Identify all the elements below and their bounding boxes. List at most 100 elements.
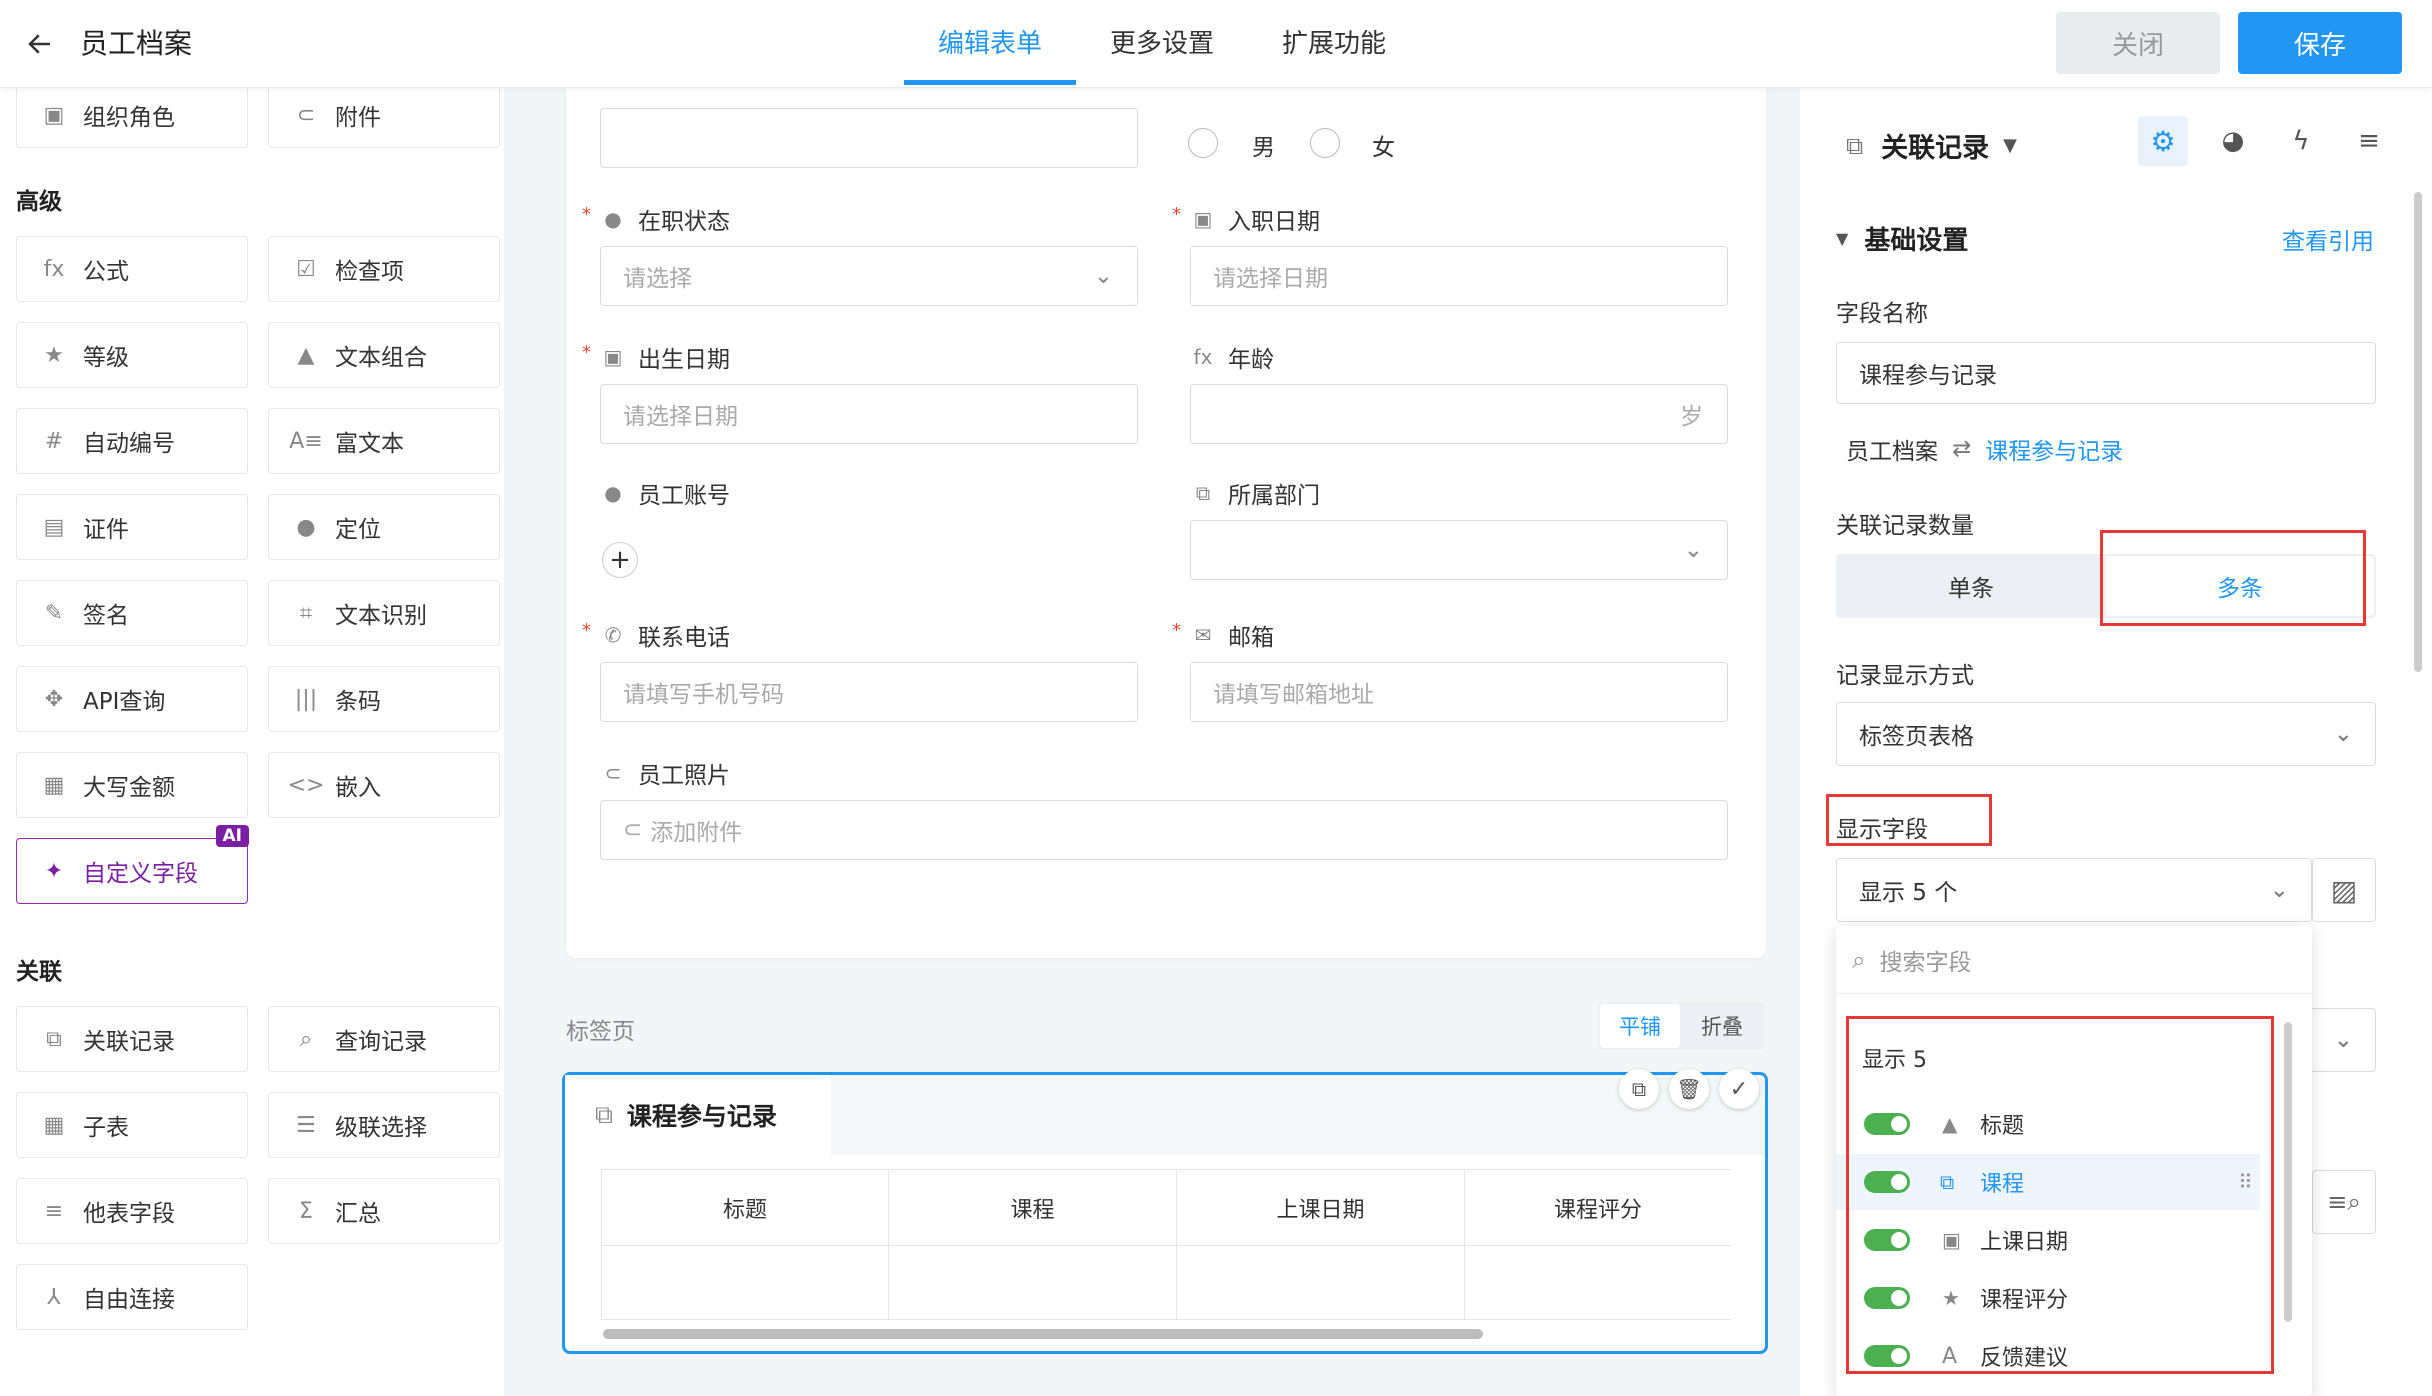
count-single[interactable]: 单条 bbox=[1836, 554, 2106, 618]
tab-more-settings[interactable]: 更多设置 bbox=[1076, 0, 1248, 88]
related-form-link[interactable]: 课程参与记录 bbox=[1985, 432, 2123, 466]
gear-icon[interactable]: ⚙ bbox=[2138, 116, 2188, 166]
control-embed[interactable]: <> 嵌入 bbox=[268, 752, 500, 818]
email-input[interactable]: 请填写邮箱地址 bbox=[1190, 662, 1728, 722]
empty-cell bbox=[889, 1246, 1177, 1320]
control-custom-field[interactable]: ✦ 自定义字段 AI bbox=[16, 825, 249, 904]
empty-cell bbox=[1177, 1246, 1465, 1320]
chevron-up-icon: ⌄ bbox=[2269, 877, 2289, 903]
dropdown-scrollbar[interactable] bbox=[2284, 1022, 2292, 1322]
hire-date-label: * ▣ 入职日期 bbox=[1172, 204, 1320, 235]
control-text-combine[interactable]: ▲ 文本组合 bbox=[268, 322, 500, 388]
top-bar: 员工档案 编辑表单 更多设置 扩展功能 关闭 保存 bbox=[0, 0, 2432, 88]
control-barcode[interactable]: ||| 条码 bbox=[268, 666, 500, 732]
highlight-box bbox=[1846, 1016, 2274, 1374]
control-checkbox[interactable]: ☑ 检查项 bbox=[268, 236, 500, 302]
sigma-icon: Σ bbox=[299, 1198, 313, 1224]
tab-extensions[interactable]: 扩展功能 bbox=[1248, 0, 1420, 88]
col-title: 标题 bbox=[601, 1170, 889, 1246]
calendar-icon: ▣ bbox=[603, 345, 623, 369]
control-palette: ▣ 组织角色 ⊂ 附件 高级 fx 公式 ☑ 检查项 ★ 等级 ▲ 文本组合 # 自动编号 A… bbox=[0, 82, 504, 1396]
gender-male-label: 男 bbox=[1252, 135, 1275, 161]
control-api-query[interactable]: ✥ API查询 bbox=[16, 666, 248, 732]
age-input[interactable]: 岁 bbox=[1190, 384, 1728, 444]
status-icon: ● bbox=[604, 207, 622, 231]
control-signature[interactable]: ✎ 签名 bbox=[16, 580, 248, 646]
control-attachment[interactable]: ⊂ 附件 bbox=[268, 82, 500, 148]
gender-male-radio[interactable] bbox=[1188, 128, 1218, 158]
app-title: 员工档案 bbox=[80, 27, 193, 60]
link-record-icon: ⧉ bbox=[1195, 481, 1211, 505]
chevron-down-icon: ⌄ bbox=[1683, 537, 1703, 563]
control-summary[interactable]: Σ 汇总 bbox=[268, 1178, 500, 1244]
highlight-box bbox=[2100, 530, 2366, 626]
chevron-down-icon: ⌄ bbox=[1093, 263, 1113, 289]
control-location[interactable]: ● 定位 bbox=[268, 494, 500, 560]
basic-settings-header[interactable]: ▼ 基础设置 bbox=[1836, 220, 1968, 257]
gender-female-radio[interactable] bbox=[1310, 128, 1340, 158]
view-references-link[interactable]: 查看引用 bbox=[2282, 222, 2374, 256]
control-capital-amount[interactable]: ▦ 大写金额 bbox=[16, 752, 248, 818]
dept-select[interactable]: ⌄ bbox=[1190, 520, 1728, 580]
shapes-icon: ▲ bbox=[297, 342, 315, 368]
code-icon: <> bbox=[287, 772, 325, 798]
mode-tile[interactable]: 平铺 bbox=[1600, 1004, 1680, 1048]
birth-date-input[interactable]: 请选择日期 bbox=[600, 384, 1138, 444]
name-input[interactable] bbox=[600, 108, 1138, 168]
control-subtable[interactable]: ▦ 子表 bbox=[16, 1092, 248, 1158]
tabpage-mode-toggle: 平铺 折叠 bbox=[1598, 1002, 1764, 1050]
paperclip-icon: ⊂ bbox=[604, 761, 622, 785]
tab-course-records[interactable]: ⧉ 课程参与记录 bbox=[565, 1075, 831, 1155]
save-button[interactable]: 保存 bbox=[2238, 12, 2402, 74]
status-select[interactable]: 请选择 ⌄ bbox=[600, 246, 1138, 306]
check-icon[interactable]: ✓ bbox=[1719, 1069, 1759, 1109]
sort-lines-icon[interactable]: ≡ bbox=[2344, 116, 2394, 166]
properties-panel: ⧉ 关联记录 ▼ ⚙ ◕ ϟ ≡ ▼ 基础设置 查看引用 字段名称 课程参与记录 … bbox=[1800, 88, 2432, 1396]
control-auto-number[interactable]: # 自动编号 bbox=[16, 408, 248, 474]
display-mode-select[interactable]: 标签页表格 ⌄ bbox=[1836, 702, 2376, 766]
control-cascade-select[interactable]: ☰ 级联选择 bbox=[268, 1092, 500, 1158]
paperclip-icon: ⊂ bbox=[623, 817, 643, 843]
age-label: fx 年龄 bbox=[1190, 340, 1274, 374]
add-account-button[interactable]: + bbox=[602, 542, 638, 578]
tab-edit-form[interactable]: 编辑表单 bbox=[904, 0, 1076, 88]
copy-icon[interactable]: ⧉ bbox=[1619, 1069, 1659, 1109]
display-fields-select[interactable]: 显示 5 个 ⌄ bbox=[1836, 858, 2312, 922]
field-type-dropdown[interactable]: ⧉ 关联记录 ▼ bbox=[1846, 126, 2017, 165]
control-id-card[interactable]: ▤ 证件 bbox=[16, 494, 248, 560]
star-icon: ★ bbox=[44, 342, 64, 368]
relation-info: 员工档案 ⇄ 课程参与记录 bbox=[1846, 432, 2123, 466]
control-org-role[interactable]: ▣ 组织角色 bbox=[16, 82, 248, 148]
link-record-icon: ⧉ bbox=[1846, 131, 1864, 160]
control-query-record[interactable]: ⌕ 查询记录 bbox=[268, 1006, 500, 1072]
palette-icon[interactable]: ◕ bbox=[2208, 116, 2258, 166]
field-name-input[interactable]: 课程参与记录 bbox=[1836, 342, 2376, 404]
org-role-icon: ▣ bbox=[43, 102, 65, 128]
query-record-icon[interactable]: ≡⌕ bbox=[2312, 1170, 2376, 1234]
photo-upload[interactable]: ⊂ 添加附件 bbox=[600, 800, 1728, 860]
location-pin-icon: ● bbox=[296, 514, 316, 540]
image-icon[interactable]: ▨ bbox=[2312, 858, 2376, 922]
checkbox-icon: ☑ bbox=[296, 256, 316, 282]
control-rich-text[interactable]: A≡ 富文本 bbox=[268, 408, 500, 474]
back-arrow-icon[interactable] bbox=[20, 24, 60, 64]
phone-label: * ✆ 联系电话 bbox=[582, 620, 730, 651]
control-rating[interactable]: ★ 等级 bbox=[16, 322, 248, 388]
close-button[interactable]: 关闭 bbox=[2056, 12, 2220, 74]
phone-input[interactable]: 请填写手机号码 bbox=[600, 662, 1138, 722]
lightning-icon[interactable]: ϟ bbox=[2276, 116, 2326, 166]
related-record-tab-card[interactable]: ⧉ 课程参与记录 ⧉ 🗑 ✓ 标题 课程 上课日期 课程评分 bbox=[562, 1069, 1768, 1354]
control-formula[interactable]: fx 公式 bbox=[16, 236, 248, 302]
link-record-icon: ⧉ bbox=[46, 1026, 62, 1052]
mode-fold[interactable]: 折叠 bbox=[1682, 1004, 1762, 1048]
control-ocr[interactable]: ⌗ 文本识别 bbox=[268, 580, 500, 646]
control-other-table-field[interactable]: ≡ 他表字段 bbox=[16, 1178, 248, 1244]
field-search-input[interactable]: ⌕ 搜索字段 bbox=[1836, 926, 2312, 994]
trash-icon[interactable]: 🗑 bbox=[1669, 1069, 1709, 1109]
control-free-link[interactable]: ⅄ 自由连接 bbox=[16, 1264, 248, 1330]
control-related-record[interactable]: ⧉ 关联记录 bbox=[16, 1006, 248, 1072]
hire-date-input[interactable]: 请选择日期 bbox=[1190, 246, 1728, 306]
panel-scrollbar[interactable] bbox=[2414, 192, 2422, 672]
horizontal-scrollbar[interactable] bbox=[603, 1329, 1483, 1339]
col-rating: 课程评分 bbox=[1465, 1170, 1731, 1246]
